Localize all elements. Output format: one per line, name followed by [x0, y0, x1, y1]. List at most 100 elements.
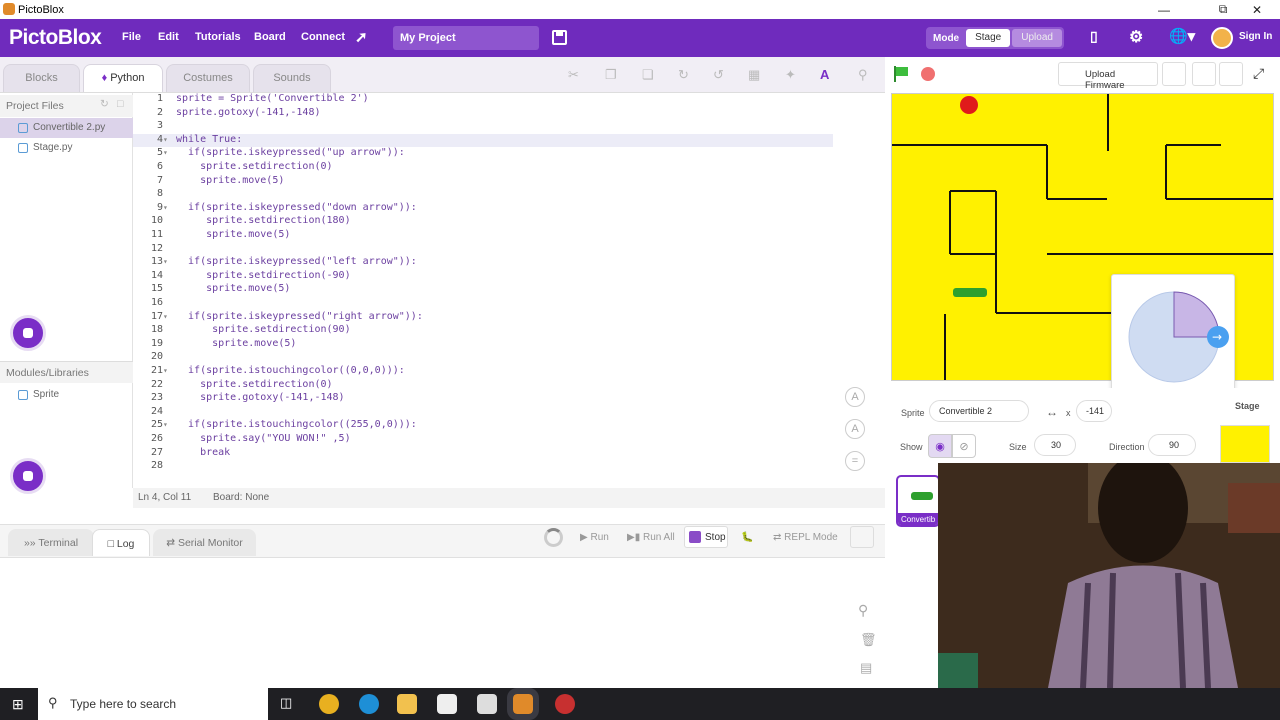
mode-upload-button[interactable]: Upload [1012, 29, 1062, 47]
close-icon[interactable]: ✕ [1234, 0, 1280, 19]
module-item-sprite[interactable]: Sprite [0, 385, 133, 405]
camera-icon[interactable] [1162, 62, 1186, 86]
store-icon[interactable] [437, 694, 457, 714]
settings-gear-icon[interactable]: ⚙ [1129, 27, 1143, 47]
mode-stage-button[interactable]: Stage [966, 29, 1011, 47]
calendar-icon[interactable] [850, 526, 874, 548]
fold-icon[interactable]: ▾ [163, 366, 171, 375]
green-flag-icon[interactable] [894, 66, 908, 82]
code-line[interactable]: 20 [133, 351, 833, 365]
redo-icon[interactable]: ↻ [678, 67, 689, 83]
file-explorer-icon[interactable] [397, 694, 417, 714]
windows-start-icon[interactable]: ⊞ [12, 696, 24, 713]
run-all-button[interactable]: ▶▮ Run All [627, 528, 675, 548]
fold-icon[interactable]: ▾ [163, 312, 171, 321]
plug-icon[interactable]: ➚ [355, 28, 368, 46]
add-extension-button[interactable] [10, 315, 46, 351]
fold-icon[interactable]: ▾ [163, 420, 171, 429]
debug-icon[interactable]: 🐛 [741, 528, 753, 548]
code-line[interactable]: 3 [133, 120, 833, 134]
code-line[interactable]: 18 sprite.setdirection(90) [133, 324, 833, 338]
font-size-icon[interactable]: A [820, 67, 829, 82]
file-item-convertible[interactable]: Convertible 2.py [0, 118, 133, 138]
code-line[interactable]: 28 [133, 460, 833, 474]
tab-blocks[interactable]: Blocks [3, 64, 80, 92]
tab-python[interactable]: ♦ Python [83, 64, 163, 92]
code-line[interactable]: 16 [133, 297, 833, 311]
code-line[interactable]: 22 sprite.setdirection(0) [133, 379, 833, 393]
reset-zoom-icon[interactable]: = [845, 451, 865, 471]
code-line[interactable]: 27 break [133, 447, 833, 461]
tab-costumes[interactable]: Costumes [166, 64, 250, 92]
code-line[interactable]: 17▾ if(sprite.iskeypressed("right arrow"… [133, 311, 833, 325]
upload-firmware-button[interactable]: Upload Firmware [1058, 62, 1158, 91]
sprite-name-input[interactable]: Convertible 2 [929, 400, 1029, 422]
search-icon[interactable]: ⚲ [858, 67, 868, 83]
stop-button[interactable]: Stop [684, 526, 728, 548]
project-name-input[interactable]: My Project [393, 26, 539, 50]
pictoblox-taskbar-icon[interactable] [507, 688, 539, 720]
format-icon[interactable]: ▦ [748, 67, 760, 83]
minimize-icon[interactable]: — [1141, 0, 1187, 19]
code-line[interactable]: 8 [133, 188, 833, 202]
small-stage-icon[interactable] [1192, 62, 1216, 86]
refresh-icon[interactable]: ↻ [100, 98, 109, 110]
fold-icon[interactable]: ▾ [163, 148, 171, 157]
sprite-thumbnail[interactable]: Convertib [896, 475, 940, 527]
code-line[interactable]: 10 sprite.setdirection(180) [133, 215, 833, 229]
add-file-icon[interactable]: □ [117, 98, 123, 110]
add-module-button[interactable] [10, 458, 46, 494]
code-line[interactable]: 12 [133, 243, 833, 257]
code-line[interactable]: 13▾ if(sprite.iskeypressed("left arrow")… [133, 256, 833, 270]
repl-mode-button[interactable]: ⇄ REPL Mode [773, 528, 838, 548]
mail-icon[interactable] [477, 694, 497, 714]
code-line[interactable]: 5▾ if(sprite.iskeypressed("up arrow")): [133, 147, 833, 161]
undo-icon[interactable]: ↺ [713, 67, 724, 83]
tab-terminal[interactable]: »» Terminal [8, 529, 94, 556]
task-view-icon[interactable]: ◫ [280, 695, 292, 711]
menu-connect[interactable]: Connect [301, 31, 345, 43]
size-input[interactable]: 30 [1034, 434, 1076, 456]
code-editor[interactable]: 1 sprite = Sprite('Convertible 2') 2 sprite… [133, 93, 885, 488]
save-icon[interactable] [552, 30, 567, 45]
x-position-input[interactable]: -141 [1076, 400, 1112, 422]
tab-serial-monitor[interactable]: ⇄ Serial Monitor [153, 529, 256, 556]
large-stage-icon[interactable] [1219, 62, 1243, 86]
code-line[interactable]: 4▾ while True: [133, 133, 833, 148]
code-line[interactable]: 1 sprite = Sprite('Convertible 2') [133, 93, 833, 107]
cut-icon[interactable]: ✂ [568, 67, 579, 83]
edge-icon[interactable] [359, 694, 379, 714]
code-line[interactable]: 15 sprite.move(5) [133, 283, 833, 297]
copy-icon[interactable]: ❐ [605, 67, 617, 83]
stage-thumbnail[interactable] [1220, 425, 1270, 463]
feedback-icon[interactable]: ▯ [1090, 28, 1098, 45]
code-line[interactable]: 9▾ if(sprite.iskeypressed("down arrow"))… [133, 202, 833, 216]
code-line[interactable]: 7 sprite.move(5) [133, 175, 833, 189]
fold-icon[interactable]: ▾ [163, 257, 171, 266]
language-globe-icon[interactable]: 🌐▾ [1169, 27, 1195, 45]
clear-log-icon[interactable]: 🗑 [860, 632, 877, 648]
chrome-icon[interactable] [319, 694, 339, 714]
code-line[interactable]: 25▾ if(sprite.istouchingcolor((255,0,0))… [133, 419, 833, 433]
magic-wand-icon[interactable]: ✦ [785, 67, 796, 83]
log-output-area[interactable] [0, 558, 885, 688]
menu-tutorials[interactable]: Tutorials [195, 31, 241, 43]
code-line[interactable]: 23 sprite.gotoxy(-141,-148) [133, 392, 833, 406]
run-button[interactable]: ▶ Run [580, 528, 609, 548]
fold-icon[interactable]: ▾ [163, 135, 171, 144]
code-line[interactable]: 14 sprite.setdirection(-90) [133, 270, 833, 284]
code-line[interactable]: 11 sprite.move(5) [133, 229, 833, 243]
stop-icon[interactable] [921, 67, 935, 81]
tab-sounds[interactable]: Sounds [253, 64, 331, 92]
recorder-icon[interactable] [555, 694, 575, 714]
show-sprite-eye-icon[interactable]: ◉ [928, 434, 952, 458]
code-line[interactable]: 24 [133, 406, 833, 420]
taskbar-search-box[interactable]: ⚲ Type here to search [38, 688, 268, 720]
fold-icon[interactable]: ▾ [163, 203, 171, 212]
zoom-out-icon[interactable]: A [845, 419, 865, 439]
search-log-icon[interactable]: ⚲ [858, 602, 868, 619]
code-line[interactable]: 6 sprite.setdirection(0) [133, 161, 833, 175]
avatar[interactable] [1211, 27, 1233, 49]
code-line[interactable]: 26 sprite.say("YOU WON!" ,5) [133, 433, 833, 447]
code-line[interactable]: 21▾ if(sprite.istouchingcolor((0,0,0))): [133, 365, 833, 379]
